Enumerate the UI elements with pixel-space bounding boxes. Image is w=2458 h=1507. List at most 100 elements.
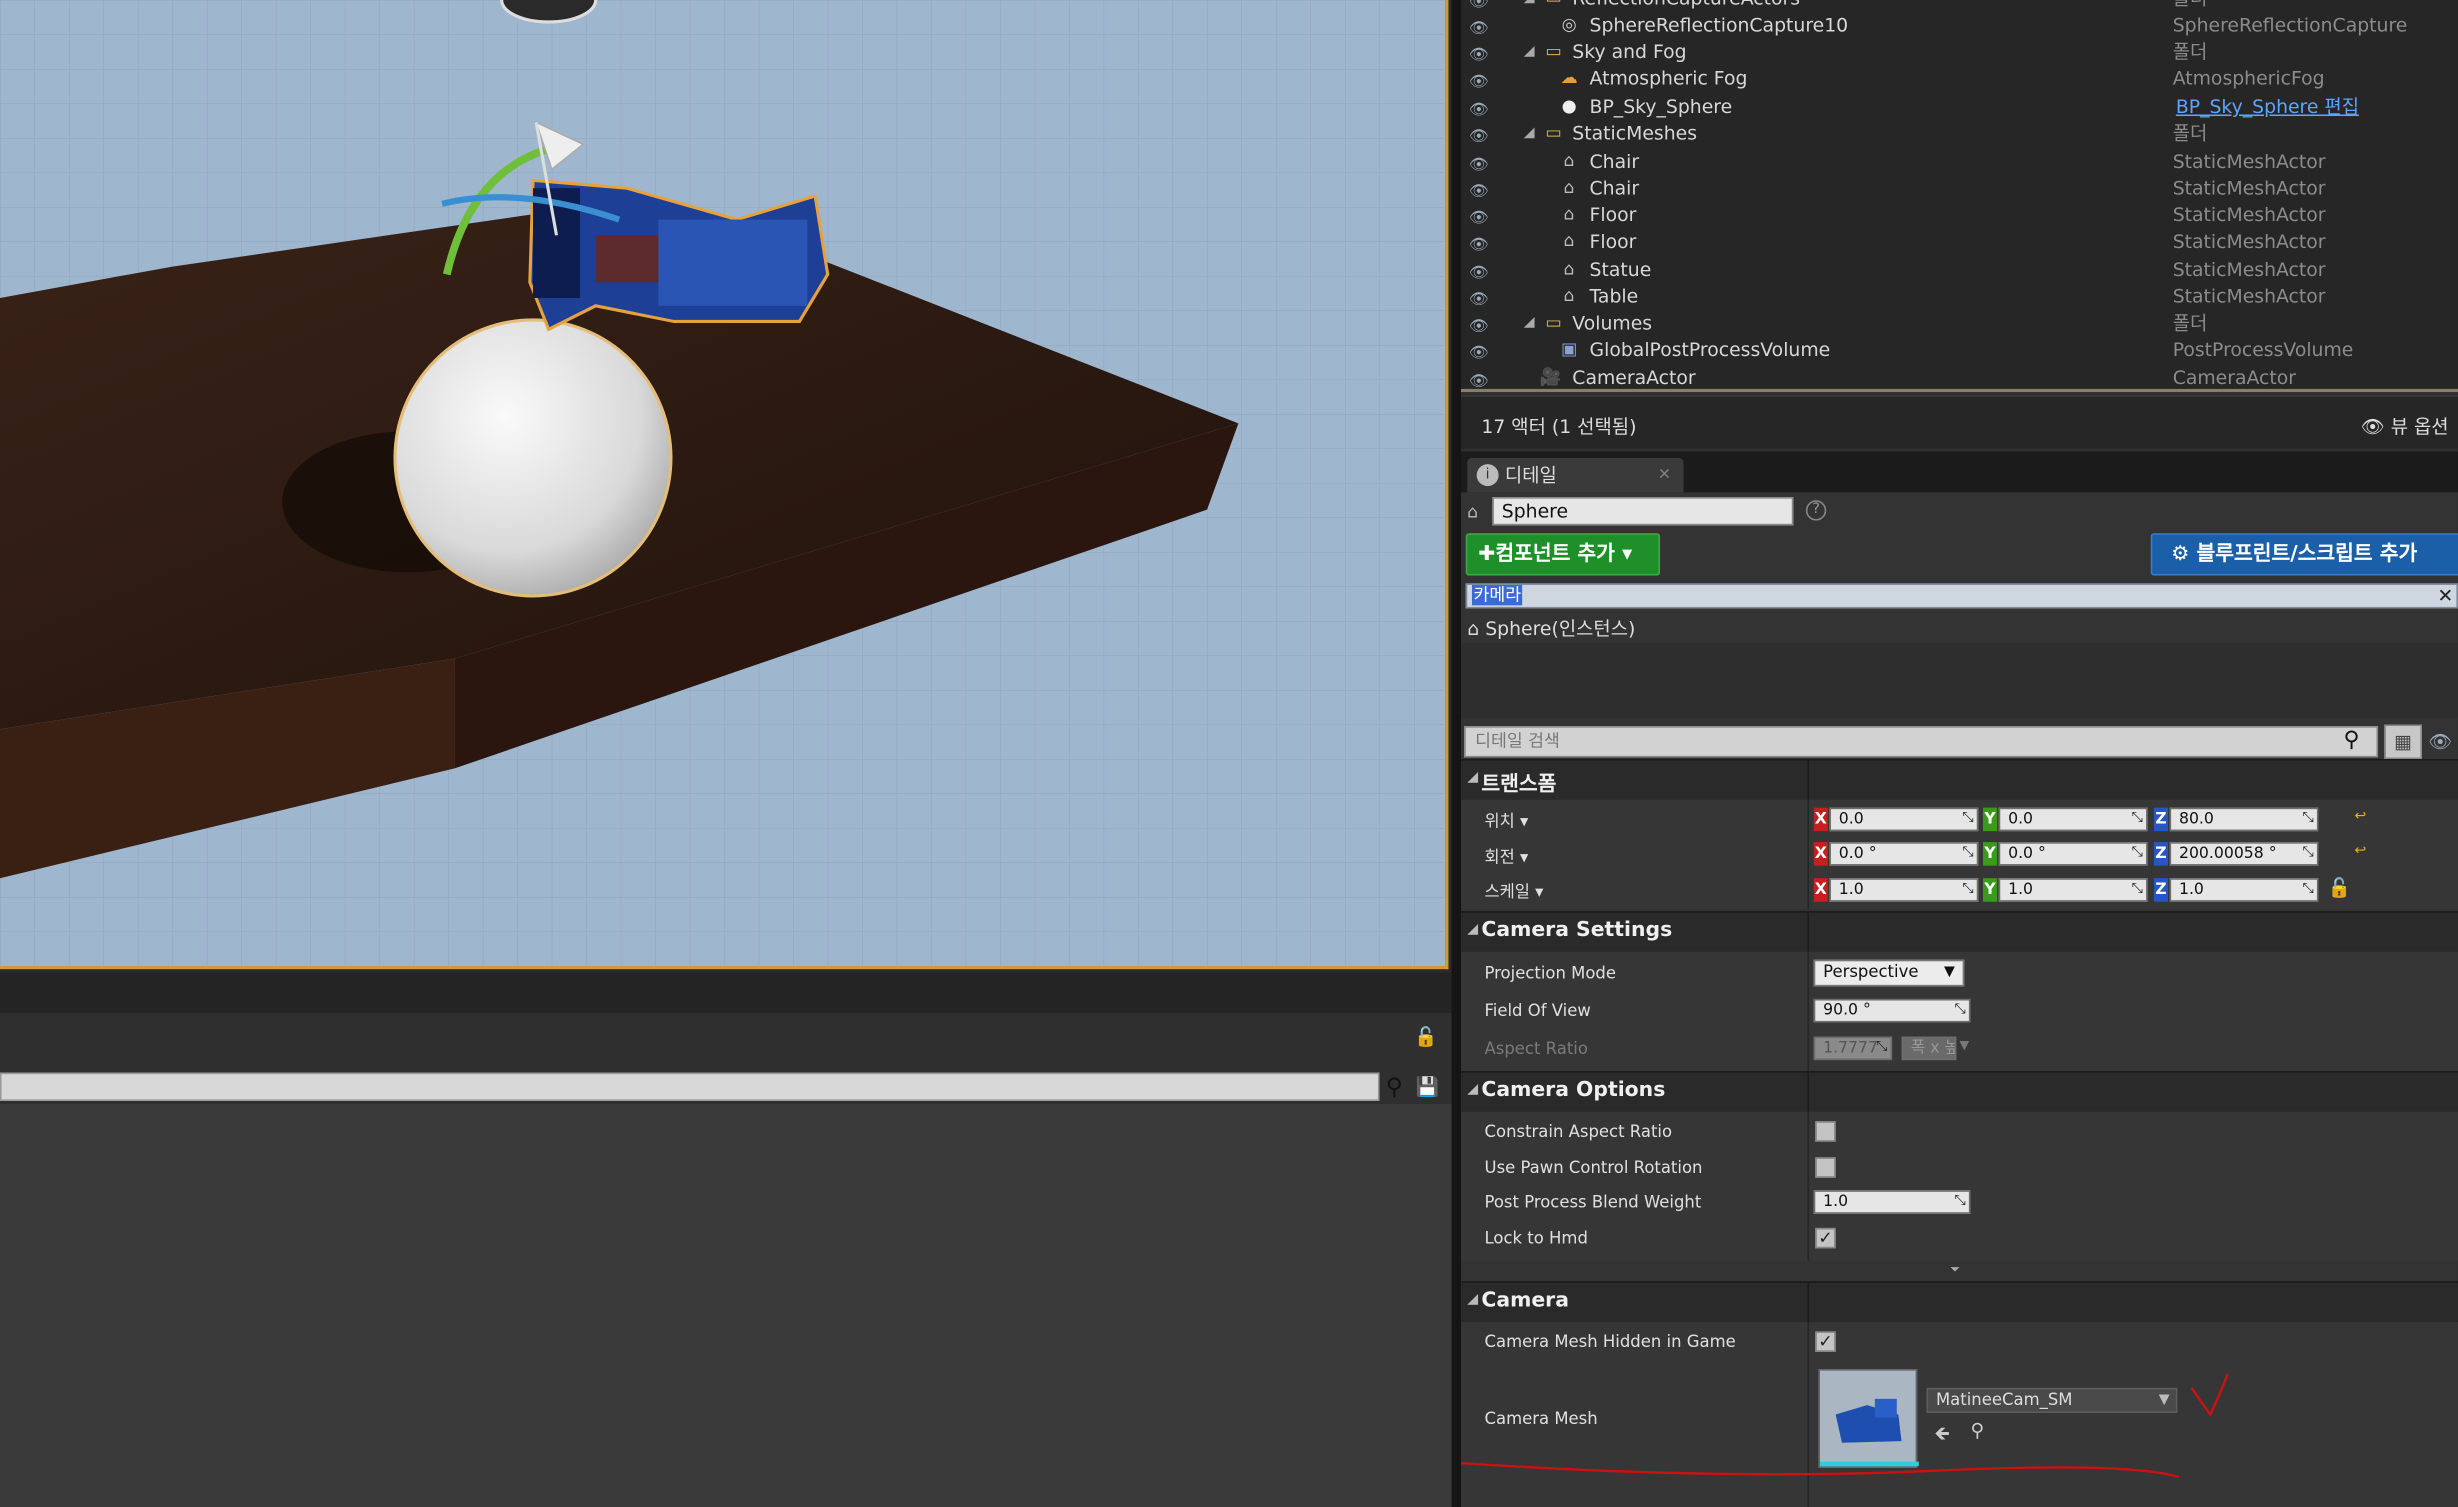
location-y-field[interactable]: 0.0 ⤡ <box>1998 807 2148 832</box>
component-tree-item-camera[interactable]: 카메라 ✕ <box>1465 583 2458 609</box>
edit-blueprint-link[interactable]: BP_Sky_Sphere 편집 <box>2176 94 2359 121</box>
visibility-eye-icon[interactable]: 👁 <box>1469 260 1494 282</box>
help-icon[interactable]: ? <box>1805 500 1827 521</box>
visibility-eye-icon[interactable]: 👁 <box>1469 69 1494 91</box>
outliner-row[interactable]: 👁 ▣ GlobalPostProcessVolume PostProcessV… <box>1461 337 2458 364</box>
outliner-row[interactable]: 👁 ◢ ▭ ReflectionCaptureActors 폴더 <box>1461 0 2458 13</box>
aspect-ratio-label: Aspect Ratio <box>1484 1039 1588 1059</box>
expand-arrow-icon[interactable]: ◢ <box>1524 311 1540 338</box>
panel-splitter[interactable] <box>1451 0 1462 1507</box>
visibility-eye-icon[interactable]: 👁 <box>1469 205 1494 227</box>
outliner-row[interactable]: 👁 ◢ ▭ Sky and Fog 폴더 <box>1461 39 2458 66</box>
close-icon[interactable]: ✕ <box>2438 585 2454 607</box>
outliner-item-type: 폴더 <box>2172 312 2208 335</box>
scale-y-field[interactable]: 1.0 ⤡ <box>1998 878 2148 902</box>
actor-icon: ⌂ <box>1467 501 1479 523</box>
constrain-aspect-ratio-checkbox[interactable] <box>1815 1121 1836 1142</box>
lock-to-hmd-checkbox[interactable]: ✓ <box>1815 1227 1836 1249</box>
visibility-eye-icon[interactable]: 👁 <box>1469 179 1494 200</box>
collapse-arrow-icon[interactable]: ◢ <box>1467 1082 1478 1098</box>
rotation-label[interactable]: 회전 ▾ <box>1485 845 1529 869</box>
collapse-arrow-icon[interactable]: ◢ <box>1467 922 1478 938</box>
browse-search-icon[interactable]: ⚲ <box>1970 1419 1984 1441</box>
expand-arrow-icon[interactable]: ◢ <box>1524 39 1540 66</box>
reset-to-default-icon[interactable]: ↩ <box>2355 809 2367 825</box>
visibility-eye-icon[interactable]: 👁 <box>1469 340 1494 362</box>
section-transform[interactable]: ◢ 트랜스폼 <box>1461 759 2458 802</box>
mesh-thumbnail[interactable] <box>1818 1369 1919 1468</box>
camera-mesh-hidden-checkbox[interactable]: ✓ <box>1815 1331 1836 1352</box>
location-label[interactable]: 위치 ▾ <box>1485 809 1529 833</box>
lock-scale-icon[interactable]: 🔓 <box>2328 877 2351 899</box>
scale-z-field[interactable]: 1.0 ⤡ <box>2169 878 2319 902</box>
rotation-y-field[interactable]: 0.0 ° ⤡ <box>1998 842 2148 866</box>
outliner-row[interactable]: 👁 ⌂ Chair StaticMeshActor <box>1461 149 2458 176</box>
post-process-blend-weight-field[interactable]: 1.0 ⤡ <box>1813 1190 1971 1214</box>
collapse-arrow-icon[interactable]: ◢ <box>1467 1292 1478 1308</box>
visibility-eye-icon[interactable]: 👁 <box>1469 369 1494 390</box>
details-search-input[interactable]: 디테일 검색 <box>1464 726 2379 758</box>
visibility-eye-icon[interactable]: 👁 <box>1469 97 1494 119</box>
outliner-row[interactable]: 👁 ⌂ Statue StaticMeshActor <box>1461 257 2458 284</box>
scale-x-field[interactable]: 1.0 ⤡ <box>1829 878 1979 902</box>
advanced-expand-icon[interactable]: ⏷ <box>1950 1262 1969 1276</box>
level-viewport[interactable] <box>0 0 1449 970</box>
projection-mode-dropdown[interactable]: Perspective ▼ <box>1813 959 1965 987</box>
outliner-row[interactable]: 👁 ⌂ Chair StaticMeshActor <box>1461 176 2458 203</box>
view-options-button[interactable]: 👁 뷰 옵션 <box>2361 412 2449 439</box>
section-title: Camera Options <box>1481 1078 1666 1103</box>
section-camera[interactable]: ◢ Camera <box>1461 1281 2458 1324</box>
editor-window: 🔓 ⚲ 💾 👁 ◢ ▭ ReflectionCaptureActors 폴더 👁… <box>0 0 2458 1507</box>
component-tree-item-instance[interactable]: ⌂ Sphere(인스턴스) <box>1467 615 1635 642</box>
expand-arrow-icon[interactable]: ◢ <box>1524 0 1540 13</box>
visibility-eye-icon[interactable]: 👁 <box>1469 314 1494 335</box>
location-x-field[interactable]: 0.0 ⤡ <box>1829 807 1979 832</box>
reset-to-default-icon[interactable]: ↩ <box>2355 844 2367 860</box>
visibility-eye-icon[interactable]: 👁 <box>1469 16 1494 37</box>
visibility-eye-icon[interactable]: 👁 <box>1469 124 1494 146</box>
visibility-eye-icon[interactable]: 👁 <box>1469 42 1494 64</box>
outliner-row[interactable]: 👁 ⌂ Table StaticMeshActor <box>1461 284 2458 311</box>
component-name-edit[interactable]: 카메라 <box>1471 584 1523 606</box>
save-icon[interactable]: 💾 <box>1416 1073 1441 1101</box>
outliner-item-name: CameraActor <box>1572 366 1696 389</box>
camera-mesh-asset-dropdown[interactable]: MatineeCam_SM ▼ <box>1926 1387 2178 1413</box>
section-camera-settings[interactable]: ◢ Camera Settings <box>1461 911 2458 954</box>
outliner-row[interactable]: 👁 ◢ ▭ Volumes 폴더 <box>1461 311 2458 338</box>
outliner-row[interactable]: 👁 🎥 CameraActor CameraActor <box>1461 365 2458 392</box>
rotation-x-field[interactable]: 0.0 ° ⤡ <box>1829 842 1979 866</box>
location-z-field[interactable]: 80.0 ⤡ <box>2169 807 2319 832</box>
search-input[interactable] <box>0 1072 1380 1101</box>
static-mesh-icon: ⌂ <box>1563 203 1575 225</box>
visibility-eye-icon[interactable]: 👁 <box>1469 232 1494 254</box>
scale-label[interactable]: 스케일 ▾ <box>1485 880 1544 904</box>
field-of-view-field[interactable]: 90.0 ° ⤡ <box>1813 998 1971 1023</box>
outliner-item-name: StaticMeshes <box>1572 122 1698 145</box>
collapse-arrow-icon[interactable]: ◢ <box>1467 770 1478 786</box>
expand-arrow-icon[interactable]: ◢ <box>1524 121 1540 148</box>
view-options-eye-icon[interactable]: 👁 <box>2428 731 2456 753</box>
lock-icon[interactable]: 🔓 <box>1414 1026 1437 1048</box>
visibility-eye-icon[interactable]: 👁 <box>1469 152 1494 174</box>
search-icon[interactable]: ⚲ <box>1386 1073 1414 1101</box>
outliner-row[interactable]: 👁 ● BP_Sky_Sphere BP_Sky_Sphere 편집 <box>1461 94 2458 121</box>
outliner-row[interactable]: 👁 ☁ Atmospheric Fog AtmosphericFog <box>1461 66 2458 93</box>
outliner-row[interactable]: 👁 ◢ ▭ StaticMeshes 폴더 <box>1461 121 2458 148</box>
use-selected-arrow-icon[interactable]: 🡸 <box>1934 1419 1949 1452</box>
search-icon[interactable]: ⚲ <box>2344 728 2372 756</box>
visibility-eye-icon[interactable]: 👁 <box>1469 0 1494 11</box>
visibility-eye-icon[interactable]: 👁 <box>1469 287 1494 309</box>
tab-details[interactable]: i 디테일 × <box>1467 457 1684 493</box>
section-camera-options[interactable]: ◢ Camera Options <box>1461 1071 2458 1114</box>
actor-name-field[interactable]: Sphere <box>1492 497 1794 526</box>
rotation-z-field[interactable]: 200.00058 ° ⤡ <box>2169 842 2319 866</box>
use-pawn-control-rotation-checkbox[interactable] <box>1815 1157 1836 1178</box>
outliner-row[interactable]: 👁 ⌂ Floor StaticMeshActor <box>1461 229 2458 256</box>
property-matrix-icon[interactable]: ▦ <box>2384 724 2422 760</box>
close-tab-icon[interactable]: × <box>1658 458 1671 493</box>
add-component-button[interactable]: ✚컴포넌트 추가 ▾ <box>1465 533 1661 576</box>
outliner-item-type: StaticMeshActor <box>2172 177 2326 200</box>
outliner-row[interactable]: 👁 ⌂ Floor StaticMeshActor <box>1461 202 2458 229</box>
add-blueprint-script-button[interactable]: ⚙ 블루프린트/스크립트 추가 <box>2150 533 2458 576</box>
outliner-row[interactable]: 👁 ◎ SphereReflectionCapture10 SphereRefl… <box>1461 13 2458 40</box>
